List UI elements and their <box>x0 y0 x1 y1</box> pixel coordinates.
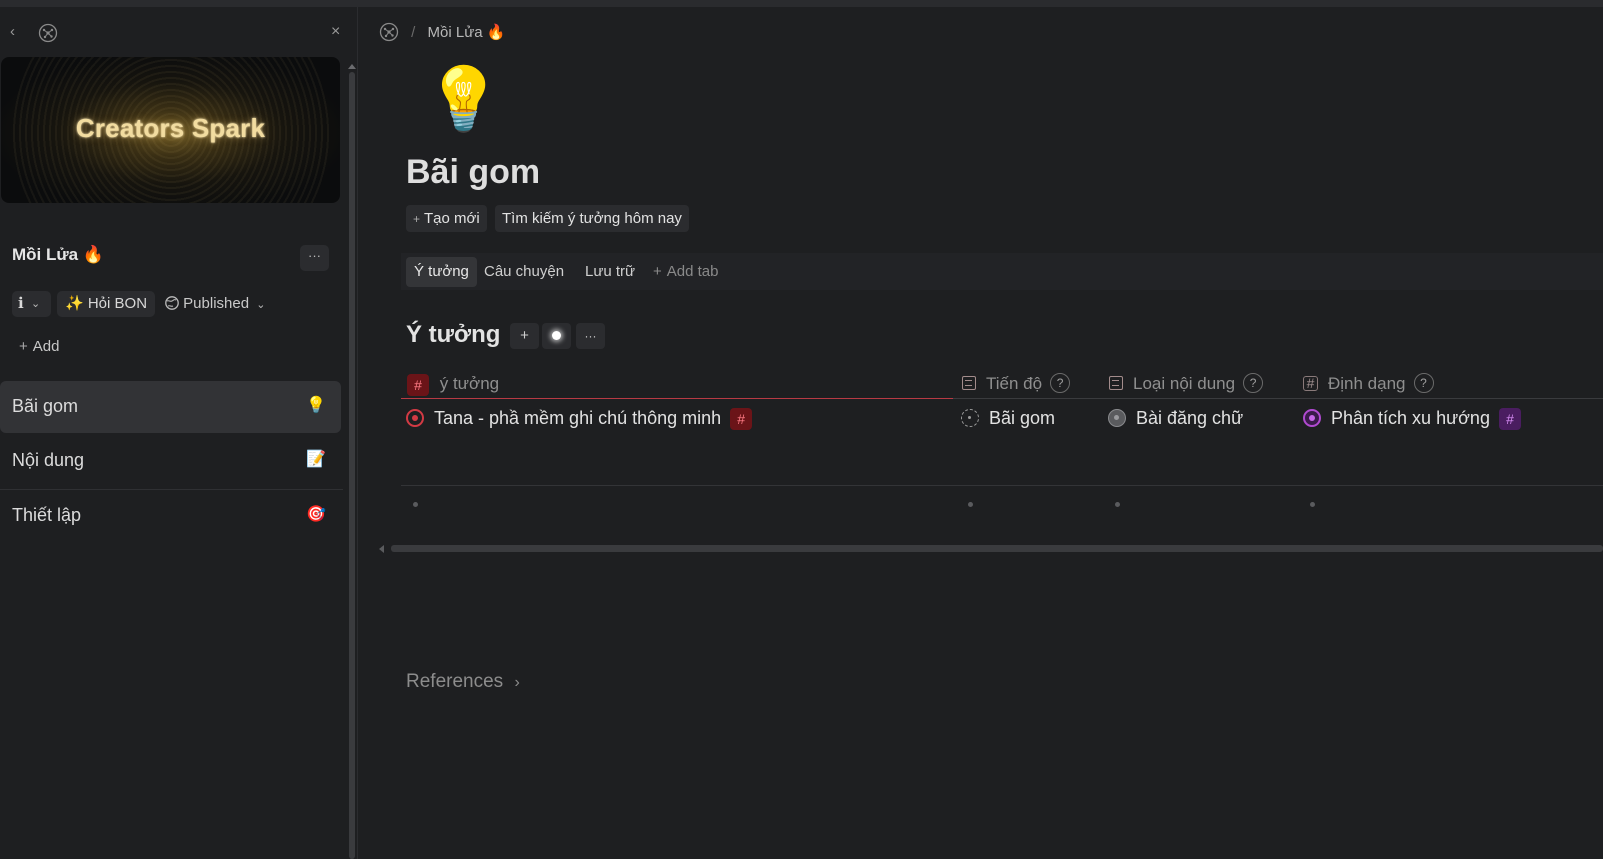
create-new-label: Tạo mới <box>424 210 480 227</box>
add-button[interactable]: + Add <box>19 338 59 355</box>
banner-title: Creators Spark <box>75 113 266 143</box>
target-icon: 🎯 <box>306 506 326 523</box>
ask-bon-button[interactable]: ✨ Hỏi BON <box>57 291 155 317</box>
hash-tag-icon: # <box>407 373 429 396</box>
status-dot-icon <box>552 330 561 340</box>
sidebar-toolbar: ‹ × <box>10 23 350 43</box>
tab-y-tuong[interactable]: Ý tưởng <box>406 257 477 287</box>
info-icon: ℹ <box>18 295 24 312</box>
empty-row-dot[interactable] <box>1115 502 1120 507</box>
globe-icon <box>165 295 183 312</box>
workspace-logo-icon[interactable] <box>379 22 403 41</box>
sidebar-item-bai-gom[interactable]: Bãi gom 💡 <box>0 381 341 433</box>
sidebar-scrollbar[interactable] <box>348 64 356 859</box>
empty-row-dot[interactable] <box>1310 502 1315 507</box>
workspace-banner: Creators Spark <box>1 57 340 203</box>
publish-status-label: Published <box>183 295 250 312</box>
add-tab-label: Add tab <box>666 263 719 280</box>
plus-icon: + <box>19 338 28 355</box>
view-options-button[interactable] <box>542 323 571 349</box>
plus-icon: + <box>413 212 421 226</box>
references-label: References <box>406 671 504 692</box>
table-cell-content-type[interactable]: Bài đăng chữ <box>1108 406 1243 430</box>
hash-tag-icon: # <box>730 408 753 431</box>
info-dropdown[interactable]: ℹ ⌄ <box>12 291 51 317</box>
hash-field-icon: # <box>1303 375 1318 391</box>
table-cell-format[interactable]: Phân tích xu hướng # <box>1303 406 1521 431</box>
progress-value: Bãi gom <box>989 408 1056 428</box>
column-header-progress[interactable]: Tiến độ? <box>962 372 1071 396</box>
format-value: Phân tích xu hướng <box>1331 408 1490 428</box>
breadcrumb: / Mồi Lửa 🔥 <box>379 22 506 43</box>
scrollbar-thumb[interactable] <box>349 72 355 859</box>
help-icon[interactable]: ? <box>1413 373 1434 394</box>
lightbulb-icon[interactable]: 💡 <box>425 65 502 135</box>
hash-tag-icon: # <box>1498 408 1521 431</box>
idea-text: Tana - phầ mềm ghi chú thông minh <box>434 408 722 428</box>
help-icon[interactable]: ? <box>1050 373 1071 394</box>
memo-icon: 📝 <box>306 451 326 468</box>
main-content: / Mồi Lửa 🔥 💡 Bãi gom + Tạo mới Tìm kiếm … <box>359 7 1603 859</box>
workspace-more-button[interactable]: ··· <box>300 245 329 271</box>
view-tabs: Ý tưởng Câu chuyện Lưu trữ + Add tab <box>401 253 1603 290</box>
create-new-button[interactable]: + Tạo mới <box>406 205 487 232</box>
scroll-left-arrow-icon[interactable] <box>379 545 384 553</box>
header-divider <box>953 398 1603 399</box>
references-toggle[interactable]: References › <box>406 671 520 693</box>
plus-icon: + <box>653 263 662 280</box>
column-label: Loại nội dung <box>1133 374 1236 393</box>
section-more-button[interactable]: ··· <box>576 323 605 349</box>
content-type-value: Bài đăng chữ <box>1136 408 1244 428</box>
record-bullet-icon[interactable] <box>406 408 424 427</box>
add-label: Add <box>32 338 60 355</box>
lightbulb-icon: 💡 <box>306 397 326 414</box>
option-bullet-icon <box>1108 408 1126 427</box>
sidebar-item-label: Nội dung <box>12 450 85 470</box>
column-header-content-type[interactable]: Loại nội dung? <box>1109 372 1264 396</box>
column-header-format[interactable]: # Định dạng? <box>1303 372 1434 396</box>
breadcrumb-separator: / <box>411 24 416 41</box>
scrollbar-thumb[interactable] <box>391 545 1603 552</box>
sidebar-item-noi-dung[interactable]: Nội dung 📝 <box>0 435 341 487</box>
table-cell-progress[interactable]: Bãi gom <box>961 406 1055 430</box>
list-field-icon <box>1109 376 1123 391</box>
sidebar-item-thiet-lap[interactable]: Thiết lập 🎯 <box>0 490 341 542</box>
search-ideas-button[interactable]: Tìm kiếm ý tưởng hôm nay <box>495 205 689 232</box>
workspace-logo-icon[interactable] <box>38 23 58 48</box>
tab-cau-chuyen[interactable]: Câu chuyện <box>476 257 572 287</box>
tab-luu-tru[interactable]: Lưu trữ <box>577 257 643 287</box>
horizontal-scrollbar[interactable] <box>379 545 1603 553</box>
add-item-button[interactable]: + <box>510 323 539 349</box>
chevron-down-icon: ⌄ <box>256 299 266 311</box>
close-icon[interactable]: × <box>331 23 340 41</box>
column-header-idea[interactable]: # ý tưởng <box>407 372 499 396</box>
page-title[interactable]: Bãi gom <box>406 153 540 192</box>
sidebar-item-label: Bãi gom <box>12 396 79 416</box>
option-bullet-icon <box>1303 408 1321 427</box>
empty-row-dot[interactable] <box>413 502 418 507</box>
column-label: Tiến độ <box>986 374 1043 393</box>
breadcrumb-page[interactable]: Mồi Lửa 🔥 <box>428 24 506 41</box>
chevron-down-icon: ⌄ <box>31 298 41 310</box>
window-top-strip <box>0 0 1603 7</box>
empty-row-dot[interactable] <box>968 502 973 507</box>
column-label: ý tưởng <box>439 374 500 393</box>
help-icon[interactable]: ? <box>1243 373 1264 394</box>
status-bullet-icon <box>961 408 979 427</box>
column-label: Định dạng <box>1328 374 1406 393</box>
list-field-icon <box>962 376 976 391</box>
sidebar-item-label: Thiết lập <box>12 505 82 525</box>
sidebar: ‹ × Creators Spark Mồi Lửa 🔥 ··· ℹ ⌄ ✨ H… <box>0 7 358 859</box>
workspace-name: Mồi Lửa 🔥 <box>12 245 105 264</box>
table-cell-idea[interactable]: Tana - phầ mềm ghi chú thông minh # <box>406 406 753 431</box>
scroll-up-arrow-icon[interactable] <box>348 64 356 69</box>
section-title: Ý tưởng <box>406 321 501 348</box>
add-tab-button[interactable]: + Add tab <box>645 257 726 287</box>
row-divider <box>401 485 1603 486</box>
collapse-chevron-icon[interactable]: ‹ <box>10 23 15 41</box>
header-divider-accent <box>401 398 953 399</box>
chevron-right-icon: › <box>514 674 520 691</box>
publish-status-dropdown[interactable]: Published ⌄ <box>165 291 275 317</box>
